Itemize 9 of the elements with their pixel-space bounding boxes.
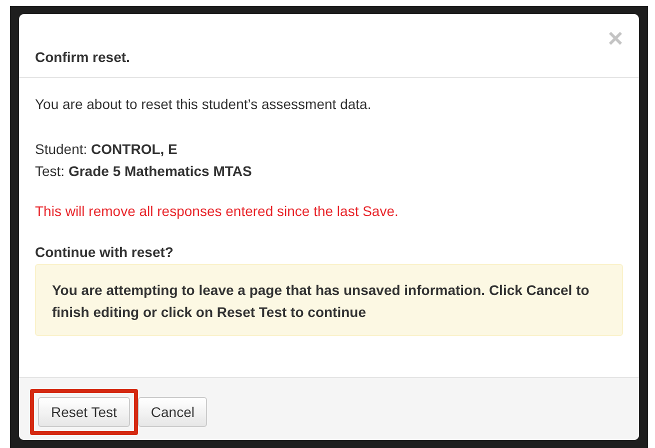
question-text: Continue with reset? [35,244,174,260]
cancel-button[interactable]: Cancel [138,397,208,427]
detail-line: Student: CONTROL, E [35,140,178,159]
detail-line: Test: Grade 5 Mathematics MTAS [35,162,253,181]
reset-test-button[interactable]: Reset Test [38,397,130,427]
intro-text: You are about to reset this student’s assessment data. [35,96,372,112]
notice-text: You are attempting to leave a page that has unsaved information. Click Cancel to finish editing or click on Reset Test to continue [35,264,623,336]
warning-text: This will remove all responses entered since the last Save. [35,203,400,219]
dialog-title: Confirm reset. [35,49,130,65]
